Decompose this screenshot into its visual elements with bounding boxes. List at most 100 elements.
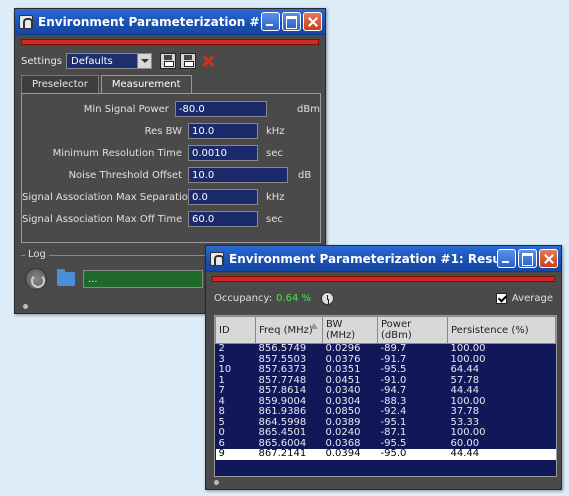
average-label: Average [511,293,553,304]
cell-persistence: 37.78 [450,406,480,417]
res-bw-input[interactable]: 10.0 [188,123,258,139]
folder-icon[interactable] [57,269,75,286]
settings-toolbar: Settings Defaults [15,45,325,69]
table-row[interactable]: 8 861.9386 0.0850 -92.4 37.78 [216,406,556,418]
cell-persistence: 100.00 [450,343,486,354]
field-unit: dB [298,169,312,181]
column-header-bw[interactable]: BW (MHz) [322,316,378,344]
tab-measurement[interactable]: Measurement [100,75,192,93]
table-row[interactable]: 2 856.5749 0.0296 -89.7 100.00 [216,343,556,355]
cell-id: 2 [218,343,225,354]
table-row[interactable]: 7 857.8614 0.0340 -94.7 44.44 [216,385,556,397]
field-unit: kHz [266,125,285,137]
cell-id: 10 [218,364,232,375]
occupancy-value: 0.64 % [276,293,312,304]
field-row: Res BW 10.0 kHz [22,120,320,142]
field-row: Noise Threshold Offset 10.0 dB [22,164,320,186]
field-row: Signal Association Max Off Time 60.0 sec [22,208,320,230]
cell-power: -89.7 [380,343,407,354]
column-header-persistence[interactable]: Persistence (%) [447,316,556,344]
tab-preselector[interactable]: Preselector [21,75,99,93]
cell-persistence: 64.44 [450,364,480,375]
cell-id: 9 [215,448,256,460]
settings-value: Defaults [71,55,113,67]
field-unit: kHz [266,191,285,203]
sort-up-icon [310,323,318,329]
field-label: Min Signal Power [83,103,169,115]
cell-id: 8 [218,406,225,417]
status-dot-icon [214,480,219,485]
cell-bw: 0.0240 [325,427,361,438]
cell-persistence: 100.00 [450,427,486,438]
minimize-button[interactable] [497,249,516,268]
tab-bar: Preselector Measurement [21,75,325,93]
cell-freq: 867.2141 [255,448,323,460]
status-dot-icon [23,304,28,309]
field-label: Signal Association Max Separation [22,191,195,203]
field-unit: sec [266,213,283,225]
log-label: Log [25,249,49,260]
settings-label: Settings [21,55,63,67]
cell-bw: 0.0296 [325,343,361,354]
noise-threshold-offset-input[interactable]: 10.0 [188,167,288,183]
cell-freq: 856.5749 [258,343,307,354]
field-label: Noise Threshold Offset [68,169,182,181]
field-label: Signal Association Max Off Time [22,213,183,225]
cell-freq: 865.4501 [258,427,307,438]
average-checkbox[interactable] [495,293,507,304]
cell-bw: 0.0340 [325,385,361,396]
cell-power: -95.0 [377,448,448,460]
column-header-freq[interactable]: Freq (MHz) [255,316,323,344]
max-off-time-input[interactable]: 60.0 [188,211,258,227]
field-label: Minimum Resolution Time [52,147,182,159]
cell-bw: 0.0351 [325,364,361,375]
column-header-freq-label: Freq (MHz) [259,324,313,336]
window-title: Environment Parameterization #1: Results [229,251,497,266]
max-separation-input[interactable]: 0.0 [188,189,258,205]
field-row: Signal Association Max Separation 0.0 kH… [22,186,320,208]
table-header: ID Freq (MHz) BW (MHz) Power (dBm) Persi… [215,316,556,344]
titlebar[interactable]: Environment Parameterization #1: Results [206,246,561,272]
field-label: Res BW [144,125,182,137]
settings-select[interactable]: Defaults [66,53,153,69]
save-as-icon[interactable] [180,53,197,69]
cell-freq: 861.9386 [258,406,307,417]
occupancy-label: Occupancy: [214,293,273,304]
occupancy-row: Occupancy: 0.64 % Average [206,282,561,305]
column-header-power[interactable]: Power (dBm) [377,316,448,344]
titlebar[interactable]: Environment Parameterization #1: S... [15,9,325,35]
cell-bw: 0.0394 [322,448,378,460]
maximize-button[interactable] [518,249,537,268]
cell-power: -92.4 [380,406,407,417]
delete-icon[interactable] [200,53,216,69]
column-header-id[interactable]: ID [215,316,256,344]
cell-id: 0 [218,427,225,438]
app-icon [19,14,33,29]
min-resolution-time-input[interactable]: 0.0010 [188,145,258,161]
clock-icon[interactable] [321,292,335,305]
maximize-button[interactable] [282,12,301,31]
results-window: Environment Parameterization #1: Results… [205,245,562,490]
field-row: Min Signal Power -80.0 dBm [22,98,320,120]
cell-power: -94.7 [380,385,407,396]
results-table: ID Freq (MHz) BW (MHz) Power (dBm) Persi… [214,315,557,477]
chevron-down-icon[interactable] [137,54,152,68]
field-unit: sec [266,147,283,159]
table-row[interactable]: 9 867.2141 0.0394 -95.0 44.44 [215,448,556,460]
close-button[interactable] [539,249,558,268]
min-signal-power-input[interactable]: -80.0 [174,101,268,117]
log-path-field[interactable]: ... [83,270,203,288]
cell-freq: 857.8614 [258,385,307,396]
close-button[interactable] [303,12,322,31]
cell-bw: 0.0850 [325,406,361,417]
cell-freq: 857.6373 [258,364,307,375]
power-icon[interactable] [25,268,47,290]
table-row[interactable]: 10 857.6373 0.0351 -95.5 64.44 [216,364,556,376]
cell-id: 7 [218,385,225,396]
table-row[interactable]: 0 865.4501 0.0240 -87.1 100.00 [216,427,556,439]
cell-power: -95.5 [380,364,407,375]
field-unit: dBm [297,103,320,115]
save-icon[interactable] [160,53,177,69]
cell-power: -87.1 [380,427,407,438]
minimize-button[interactable] [261,12,280,31]
